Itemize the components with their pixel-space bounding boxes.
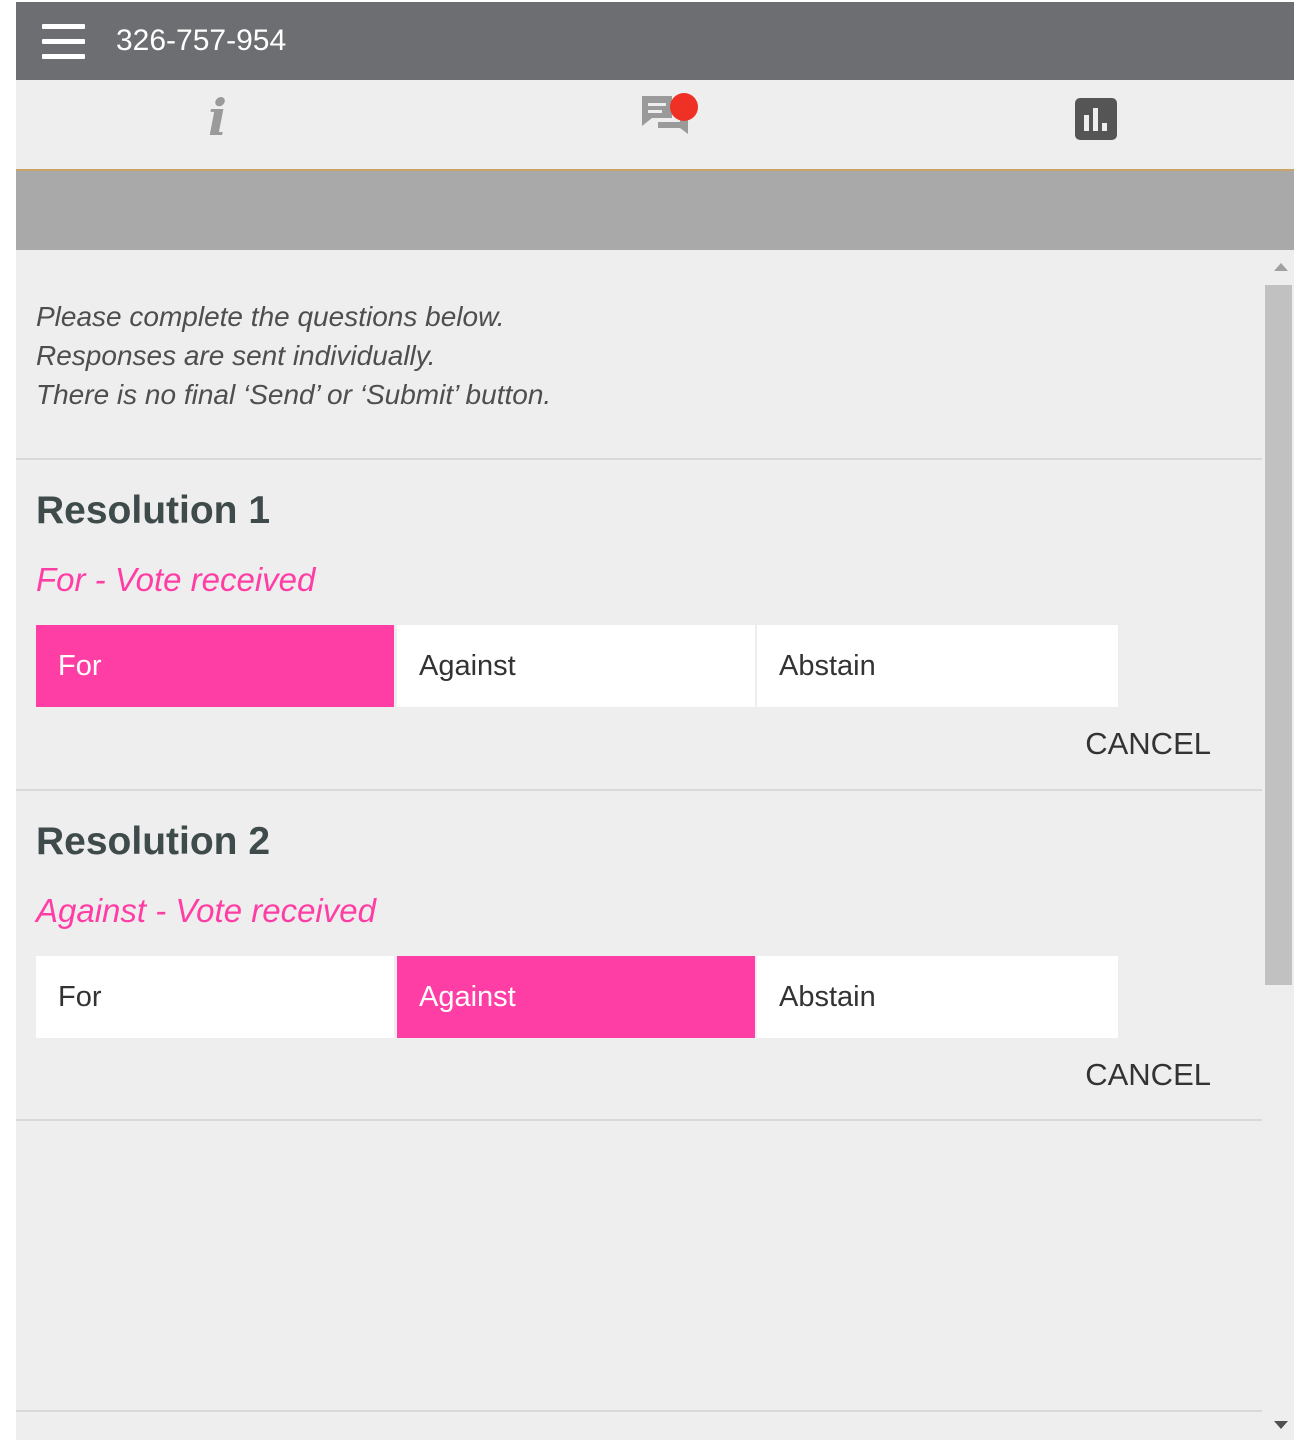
top-bar: 326-757-954 [16, 2, 1294, 80]
vote-status: For - Vote received [36, 561, 316, 598]
hamburger-menu-icon[interactable] [42, 23, 85, 59]
resolution-title: Resolution 1 [36, 489, 271, 532]
info-icon: i [208, 88, 227, 147]
notification-badge [670, 93, 698, 121]
vote-options: For Against Abstain [36, 625, 1118, 707]
tab-info[interactable]: i [176, 80, 266, 169]
vote-status: Against - Vote received [36, 892, 376, 929]
divider [16, 789, 1262, 791]
vote-abstain-button[interactable]: Abstain [757, 625, 1118, 707]
tab-results[interactable] [1051, 80, 1141, 169]
instruction-line: There is no final ‘Send’ or ‘Submit’ but… [36, 379, 552, 410]
section-header-band [16, 171, 1294, 250]
instructions: Please complete the questions below. Res… [36, 297, 1236, 414]
divider [16, 1410, 1262, 1412]
bar-chart-icon [1075, 98, 1117, 140]
cancel-button[interactable]: CANCEL [1085, 1055, 1211, 1095]
divider [16, 1119, 1262, 1121]
vote-for-button[interactable]: For [36, 956, 394, 1038]
scrollbar-thumb[interactable] [1265, 285, 1292, 985]
vote-against-button[interactable]: Against [397, 625, 755, 707]
vote-abstain-button[interactable]: Abstain [757, 956, 1118, 1038]
app-window: 326-757-954 i Please complete the questi… [16, 2, 1294, 1440]
scroll-up-arrow-icon[interactable] [1274, 263, 1288, 271]
resolution-title: Resolution 2 [36, 820, 271, 863]
menu-line [42, 39, 85, 44]
instruction-line: Responses are sent individually. [36, 340, 436, 371]
questions-scroll-area: Please complete the questions below. Res… [16, 250, 1294, 1440]
menu-line [42, 54, 85, 59]
vote-for-button[interactable]: For [36, 625, 394, 707]
tab-bar: i [16, 80, 1294, 171]
vertical-scrollbar[interactable] [1264, 250, 1294, 1440]
questions-content: Please complete the questions below. Res… [16, 250, 1262, 1440]
cancel-button[interactable]: CANCEL [1085, 724, 1211, 764]
divider [16, 458, 1262, 460]
vote-against-button[interactable]: Against [397, 956, 755, 1038]
scroll-down-arrow-icon[interactable] [1274, 1421, 1288, 1429]
tab-messages[interactable] [616, 80, 716, 169]
menu-line [42, 24, 85, 29]
meeting-id: 326-757-954 [116, 24, 287, 57]
instruction-line: Please complete the questions below. [36, 301, 505, 332]
vote-options: For Against Abstain [36, 956, 1118, 1038]
